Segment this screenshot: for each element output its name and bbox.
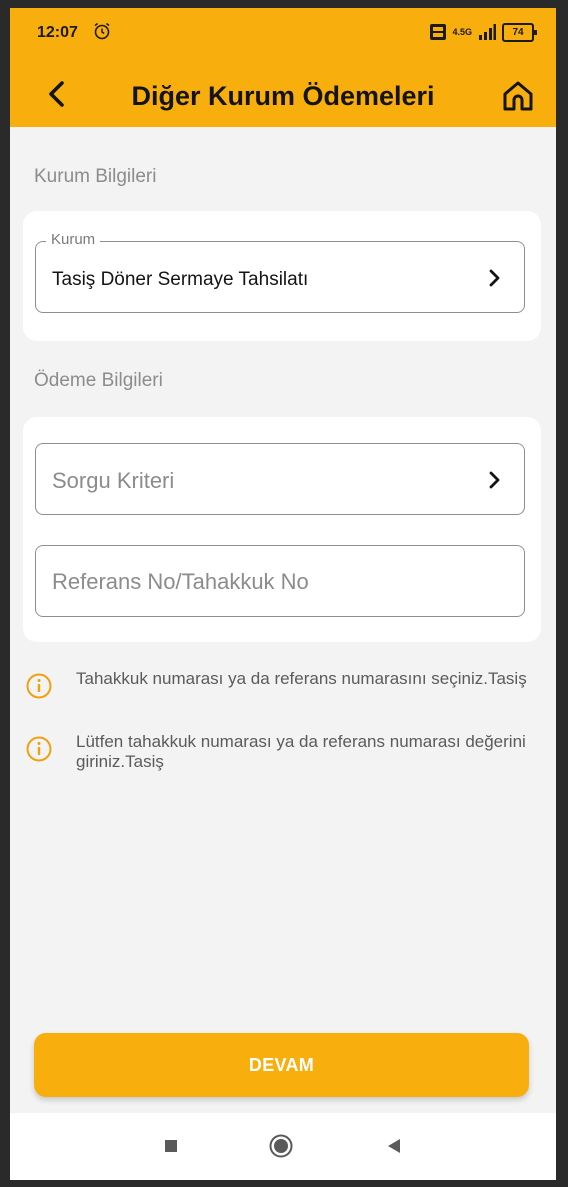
- phone-screen: 12:07 4.5G 74 Diğer Kurum Ödemeleri Kuru…: [10, 8, 556, 1180]
- institution-select[interactable]: Kurum Tasiş Döner Sermaye Tahsilatı: [35, 231, 525, 313]
- reference-input[interactable]: [50, 546, 514, 618]
- volte-icon: [430, 24, 447, 40]
- institution-field-value: Tasiş Döner Sermaye Tahsilatı: [52, 269, 309, 290]
- query-criteria-select[interactable]: Sorgu Kriteri: [35, 443, 525, 515]
- page-title: Diğer Kurum Ödemeleri: [131, 81, 435, 111]
- battery-icon: 74: [502, 22, 537, 42]
- payment-card: Sorgu Kriteri: [23, 417, 541, 642]
- institution-section-label: Kurum Bilgileri: [34, 166, 157, 187]
- recent-apps-icon[interactable]: [158, 1133, 184, 1159]
- network-type: 4.5G: [452, 26, 472, 37]
- signal-icon: [479, 24, 496, 40]
- institution-card: Kurum Tasiş Döner Sermaye Tahsilatı: [23, 211, 541, 341]
- info-icon: [26, 736, 52, 762]
- app-header: 12:07 4.5G 74 Diğer Kurum Ödemeleri: [10, 8, 556, 127]
- alarm-icon: [94, 22, 110, 40]
- back-nav-icon[interactable]: [380, 1133, 406, 1159]
- reference-field: [35, 545, 525, 618]
- status-time: 12:07: [37, 24, 78, 41]
- payment-section-label: Ödeme Bilgileri: [34, 370, 163, 391]
- status-bar: 12:07 4.5G 74: [10, 8, 556, 52]
- query-criteria-placeholder: Sorgu Kriteri: [52, 468, 175, 493]
- info-message-text: Lütfen tahakkuk numarası ya da referans …: [76, 732, 526, 771]
- navigation-header: Diğer Kurum Ödemeleri: [10, 54, 556, 127]
- system-navigation-bar: [10, 1113, 556, 1180]
- chevron-right-icon: [489, 471, 500, 489]
- chevron-right-icon: [489, 269, 500, 287]
- info-icon: [26, 673, 52, 699]
- continue-button[interactable]: DEVAM: [34, 1033, 529, 1097]
- home-nav-icon[interactable]: [268, 1133, 294, 1159]
- institution-field-label: Kurum: [46, 231, 101, 248]
- home-icon[interactable]: [498, 76, 538, 116]
- info-message-text: Tahakkuk numarası ya da referans numaras…: [76, 669, 527, 688]
- status-right: 4.5G 74: [430, 22, 537, 42]
